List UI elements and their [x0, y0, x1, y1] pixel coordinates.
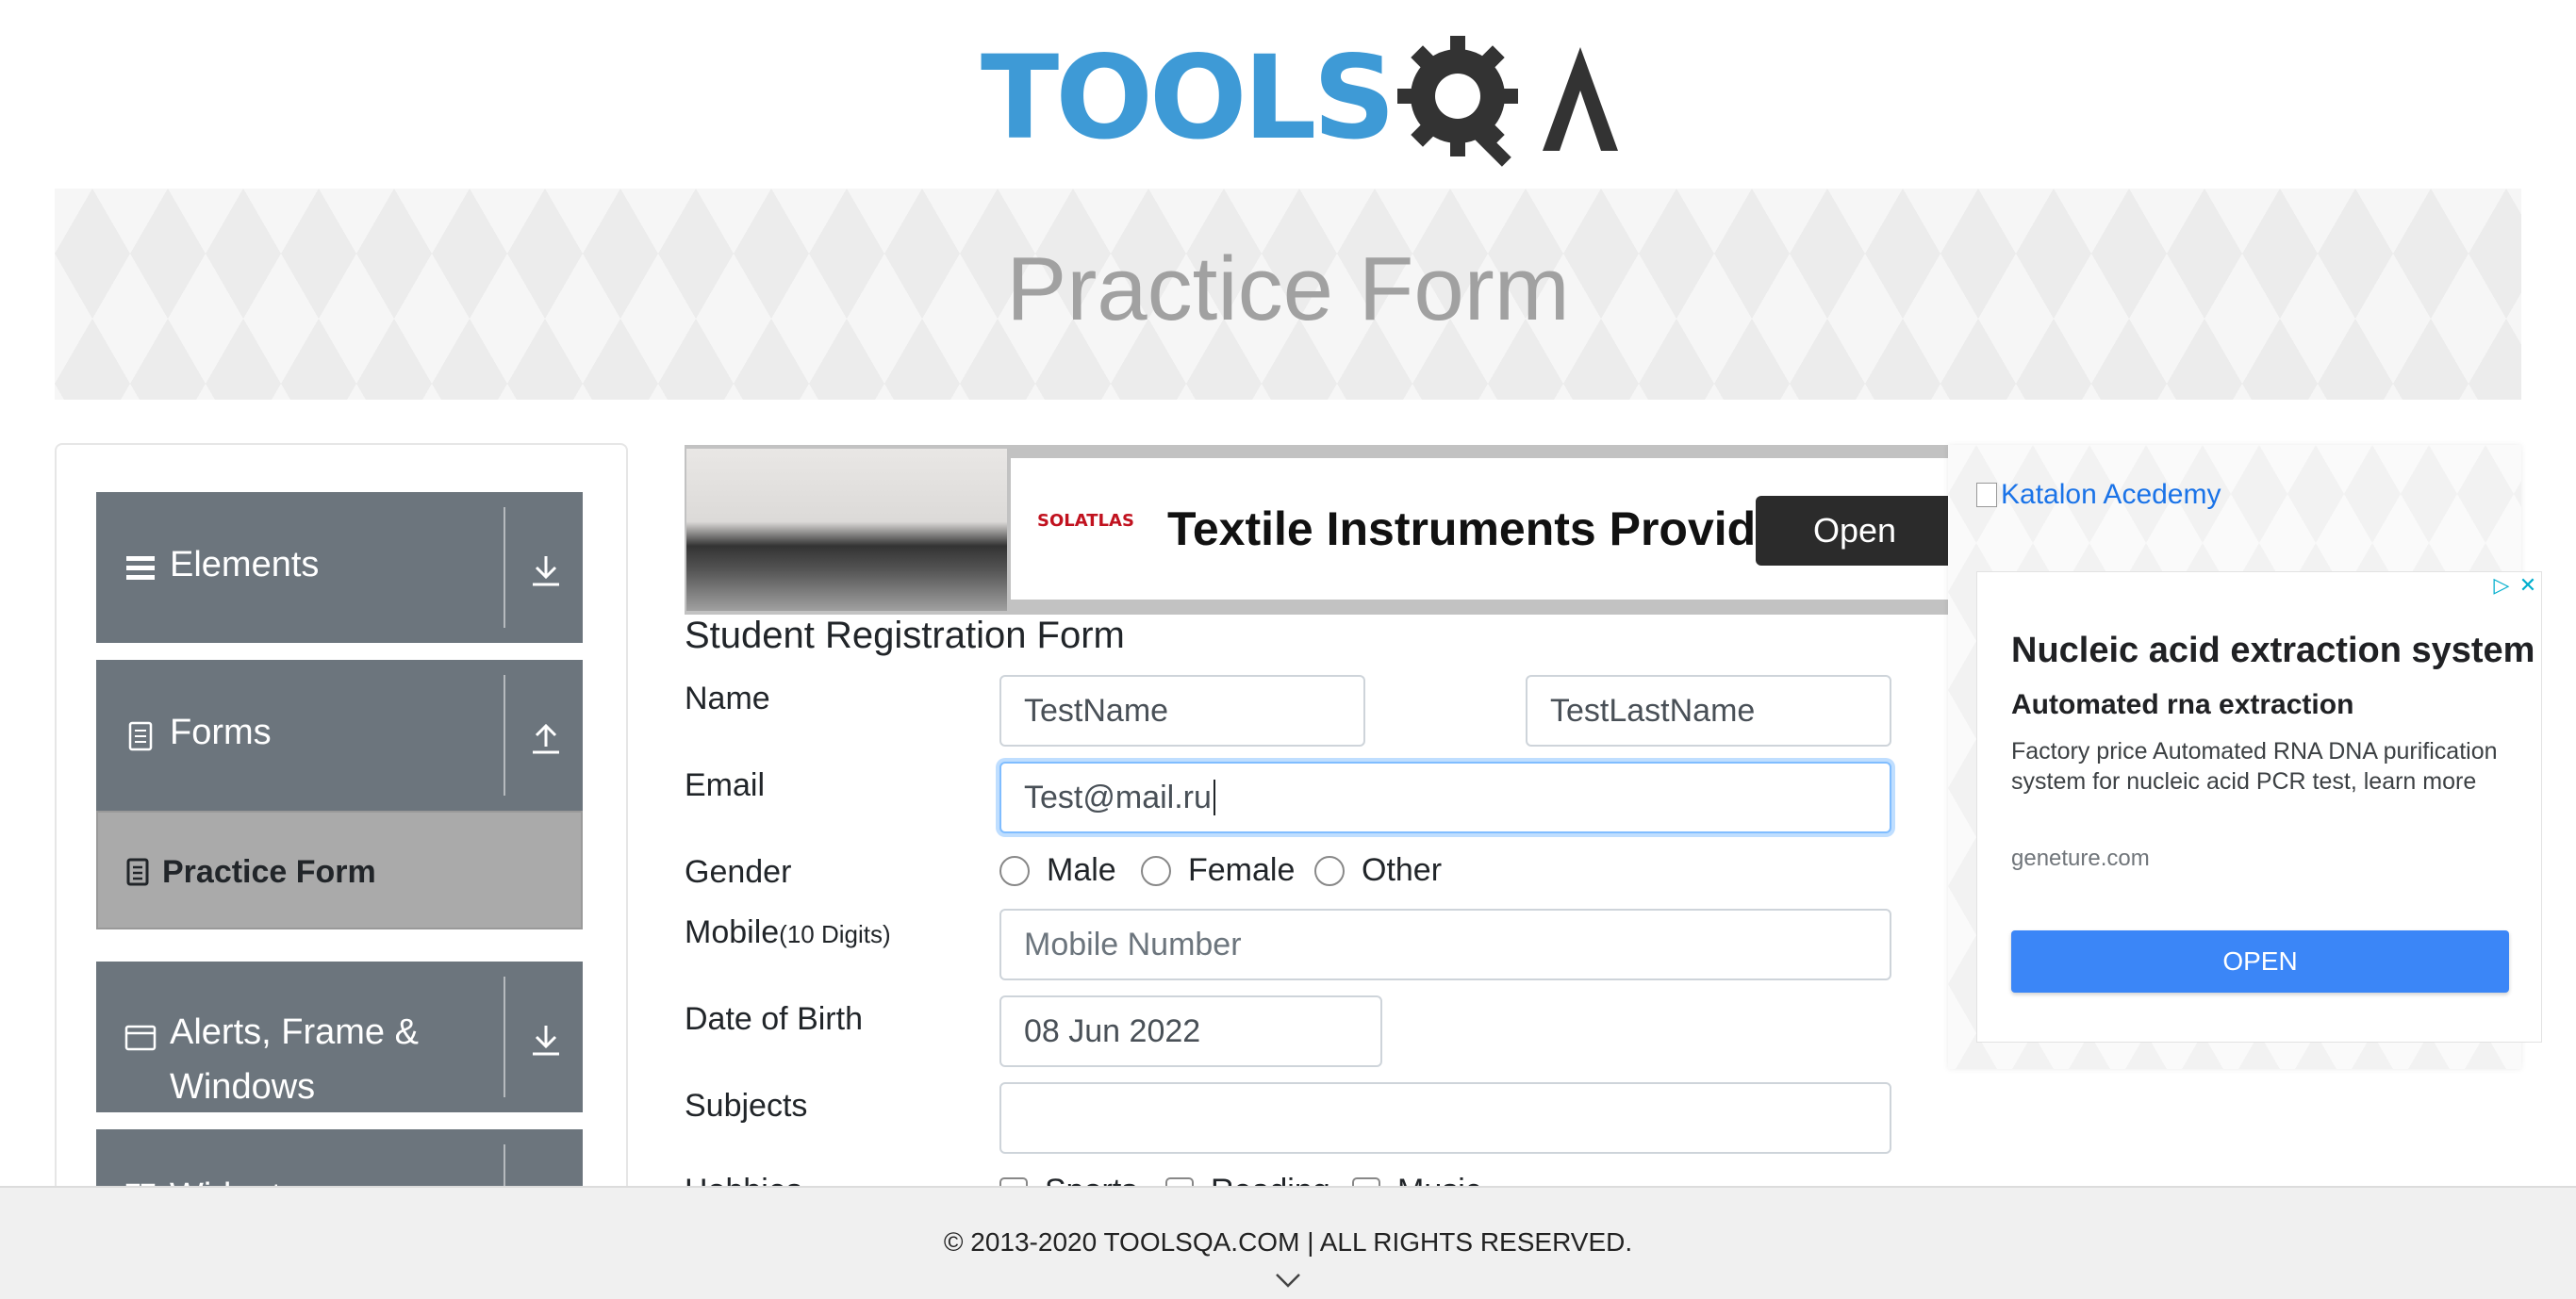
window-icon: [124, 1025, 157, 1051]
gender-radio-other[interactable]: Other: [1314, 852, 1442, 889]
subjects-input[interactable]: [999, 1082, 1891, 1154]
footer: © 2013-2020 TOOLSQA.COM | ALL RIGHTS RES…: [0, 1186, 2576, 1299]
ad-open-button[interactable]: Open: [1756, 496, 1948, 566]
sidebar-group-elements[interactable]: Elements: [96, 492, 583, 643]
adchoices-icon[interactable]: ▷: [2488, 572, 2515, 599]
ad-brand-logo: SOLATLAS: [1037, 511, 1134, 531]
radio-circle[interactable]: [999, 855, 1030, 886]
ad-headline[interactable]: Nucleic acid extraction system: [2011, 631, 2535, 671]
last-name-value: TestLastName: [1550, 692, 1756, 729]
gender-radio-female[interactable]: Female: [1141, 852, 1295, 889]
logo-text-tools: TOOLS: [981, 31, 1395, 165]
radio-circle[interactable]: [1314, 855, 1345, 886]
mobile-placeholder: Mobile Number: [1024, 926, 1242, 962]
radio-circle[interactable]: [1141, 855, 1171, 886]
divider: [504, 507, 505, 628]
ad-domain: geneture.com: [2011, 846, 2150, 871]
first-name-value: TestName: [1024, 692, 1169, 729]
radio-label: Female: [1188, 852, 1296, 888]
ad-headline: Textile Instruments Provider: [1167, 502, 1801, 555]
page-banner: Practice Form: [55, 189, 2521, 400]
hamburger-icon: [126, 556, 155, 580]
sidebar-group-alerts-frame-windows[interactable]: Alerts, Frame & Windows: [96, 962, 583, 1112]
sidebar-group-label: Elements: [170, 545, 320, 584]
dob-value: 08 Jun 2022: [1024, 1012, 1201, 1049]
sidebar-item-label: Practice Form: [162, 854, 376, 890]
toolsqa-logo[interactable]: TOOLS: [981, 23, 1619, 173]
name-label: Name: [685, 681, 770, 716]
dob-label: Date of Birth: [685, 1001, 863, 1037]
upload-icon[interactable]: [525, 718, 567, 760]
footer-copyright: © 2013-2020 TOOLSQA.COM | ALL RIGHTS RES…: [943, 1227, 1633, 1257]
radio-label: Other: [1362, 852, 1443, 888]
page-title: Practice Form: [1006, 238, 1570, 339]
email-value: Test@mail.ru: [1024, 779, 1212, 815]
ad-content: SOLATLAS Textile Instruments Provider Op…: [1011, 458, 1948, 600]
google-ad-card[interactable]: ▷ ✕ Nucleic acid extraction system Autom…: [1976, 571, 2542, 1043]
ad-choices[interactable]: ▷ ✕: [2488, 572, 2541, 599]
divider: [504, 977, 505, 1097]
mobile-hint: (10 Digits): [779, 920, 891, 948]
email-label: Email: [685, 767, 766, 803]
sidebar-group-label: Forms: [170, 713, 272, 752]
mobile-label-text: Mobile: [685, 914, 780, 950]
ad-open-button[interactable]: OPEN: [2011, 930, 2509, 993]
gender-radio-male[interactable]: Male: [999, 852, 1116, 889]
mobile-label: Mobile(10 Digits): [685, 914, 891, 951]
sidebar-item-practice-form[interactable]: Practice Form: [96, 811, 583, 929]
sidebar-group-label: Alerts, Frame &: [170, 1012, 419, 1052]
document-icon: [128, 721, 153, 751]
gear-icon: [1397, 36, 1619, 167]
download-icon[interactable]: [525, 1020, 567, 1061]
text-caret: [1213, 780, 1215, 815]
radio-label: Male: [1047, 852, 1116, 888]
katalon-ad-link[interactable]: Katalon Acedemy: [1976, 479, 2221, 511]
download-icon[interactable]: [525, 551, 567, 592]
divider: [504, 675, 505, 796]
sidebar: Elements Forms Practice Form Alerts, Fra…: [55, 443, 628, 1299]
ad-subheadline: Automated rna extraction: [2011, 689, 2354, 720]
mobile-input[interactable]: Mobile Number: [999, 909, 1891, 980]
form-icon: [126, 858, 149, 886]
right-ad-panel: Katalon Acedemy ▷ ✕ Nucleic acid extract…: [1948, 445, 2542, 1069]
sidebar-group-label-line2: Windows: [170, 1067, 316, 1107]
date-of-birth-input[interactable]: 08 Jun 2022: [999, 995, 1382, 1067]
broken-image-icon: [1976, 483, 1997, 507]
subjects-label: Subjects: [685, 1088, 808, 1124]
logo-gear-qa: [1392, 23, 1619, 173]
gender-label: Gender: [685, 854, 792, 890]
last-name-input[interactable]: TestLastName: [1526, 675, 1891, 747]
katalon-alt-text: Katalon Acedemy: [2001, 479, 2221, 510]
close-icon[interactable]: ✕: [2515, 572, 2541, 599]
form-title: Student Registration Form: [685, 615, 1125, 656]
ad-lab-photo: [686, 449, 1007, 611]
first-name-input[interactable]: TestName: [999, 675, 1365, 747]
chevron-down-icon[interactable]: [1275, 1271, 1301, 1290]
email-input[interactable]: Test@mail.ru: [999, 762, 1891, 833]
top-ad-banner[interactable]: SOLATLAS Textile Instruments Provider Op…: [685, 445, 1948, 615]
ad-body: Factory price Automated RNA DNA purifica…: [2011, 738, 2498, 795]
sidebar-group-forms[interactable]: Forms: [96, 660, 583, 811]
